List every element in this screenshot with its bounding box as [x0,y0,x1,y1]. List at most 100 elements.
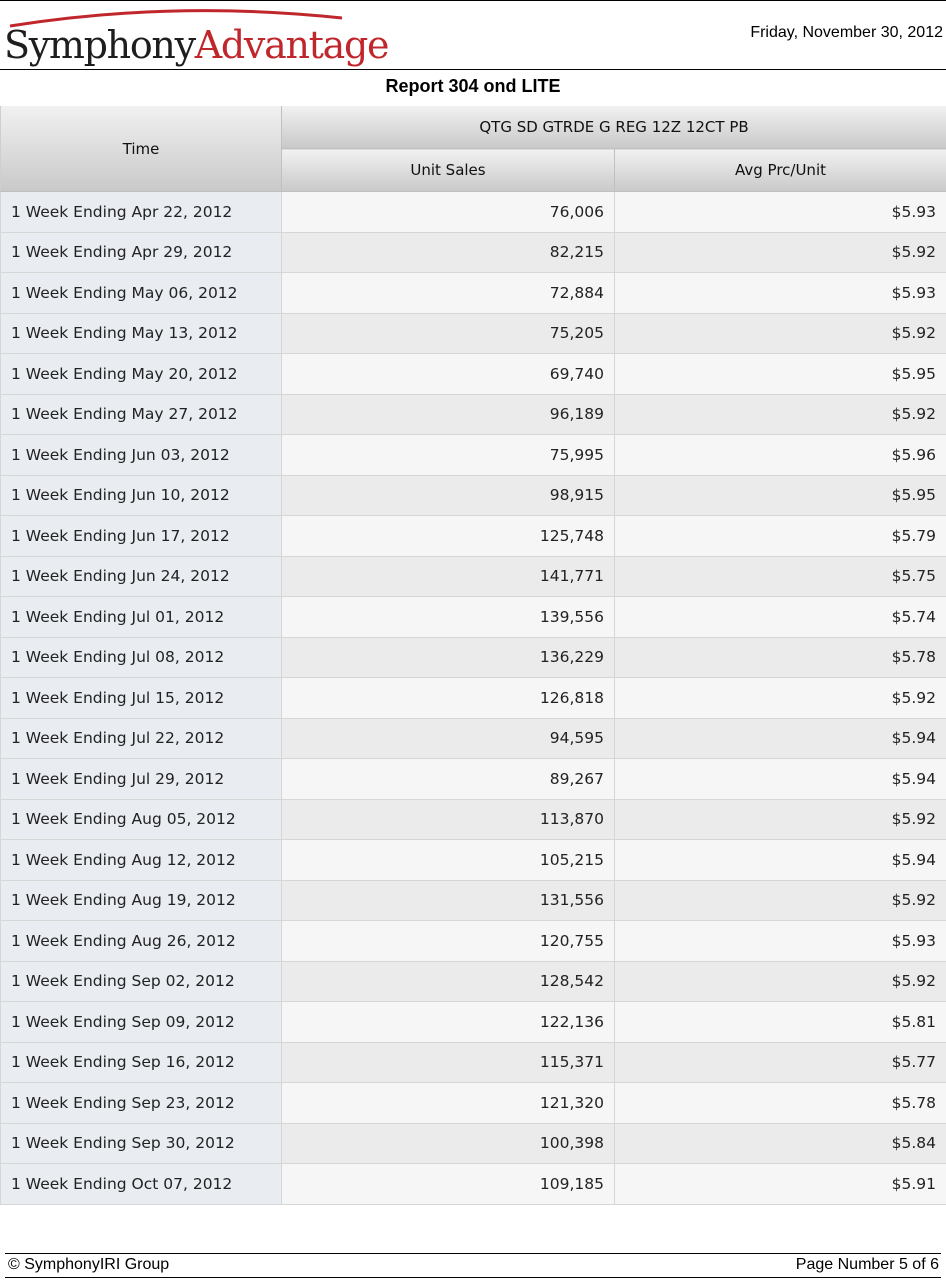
unit-sales-cell: 141,771 [281,556,615,597]
table-row: 1 Week Ending Jun 10, 2012 98,915 $5.95 [0,475,946,516]
table-row: 1 Week Ending Apr 22, 2012 76,006 $5.93 [0,191,946,233]
report-date: Friday, November 30, 2012 [750,24,943,41]
logo-word-advantage: Advantage [194,23,390,67]
avg-price-cell: $5.75 [614,556,946,597]
unit-sales-cell: 125,748 [281,515,615,557]
table-row: 1 Week Ending Aug 12, 2012 105,215 $5.94 [0,839,946,881]
time-cell: 1 Week Ending May 27, 2012 [0,394,282,435]
table-row: 1 Week Ending Aug 26, 2012 120,755 $5.93 [0,920,946,962]
unit-sales-cell: 72,884 [281,272,615,314]
table-row: 1 Week Ending Jul 22, 2012 94,595 $5.94 [0,718,946,759]
time-cell: 1 Week Ending Aug 19, 2012 [0,880,282,921]
time-cell: 1 Week Ending Sep 16, 2012 [0,1042,282,1083]
avg-price-cell: $5.95 [614,353,946,395]
avg-price-cell: $5.92 [614,313,946,354]
unit-sales-cell: 69,740 [281,353,615,395]
avg-price-cell: $5.92 [614,232,946,273]
unit-sales-cell: 94,595 [281,718,615,759]
table-row: 1 Week Ending Jul 08, 2012 136,229 $5.78 [0,637,946,678]
avg-price-cell: $5.92 [614,880,946,921]
avg-price-cell: $5.79 [614,515,946,557]
time-cell: 1 Week Ending Sep 30, 2012 [0,1123,282,1164]
avg-price-cell: $5.91 [614,1163,946,1205]
table-row: 1 Week Ending Jun 24, 2012 141,771 $5.75 [0,556,946,597]
report-title: Report 304 ond LITE [385,76,561,96]
table-row: 1 Week Ending May 20, 2012 69,740 $5.95 [0,353,946,395]
page-number: Page Number 5 of 6 [795,1256,939,1273]
table-row: 1 Week Ending Jul 15, 2012 126,818 $5.92 [0,677,946,719]
time-cell: 1 Week Ending Aug 12, 2012 [0,839,282,881]
unit-sales-cell: 105,215 [281,839,615,881]
time-cell: 1 Week Ending Aug 05, 2012 [0,799,282,840]
time-cell: 1 Week Ending Jun 24, 2012 [0,556,282,597]
time-cell: 1 Week Ending Sep 09, 2012 [0,1001,282,1043]
avg-price-column-header: Avg Prc/Unit [614,148,946,192]
unit-sales-cell: 126,818 [281,677,615,719]
table-row: 1 Week Ending Sep 09, 2012 122,136 $5.81 [0,1001,946,1043]
table-row: 1 Week Ending Jun 03, 2012 75,995 $5.96 [0,434,946,476]
time-cell: 1 Week Ending Jul 08, 2012 [0,637,282,678]
avg-price-cell: $5.78 [614,637,946,678]
unit-sales-cell: 128,542 [281,961,615,1002]
unit-sales-cell: 96,189 [281,394,615,435]
table-row: 1 Week Ending Apr 29, 2012 82,215 $5.92 [0,232,946,273]
avg-price-cell: $5.81 [614,1001,946,1043]
time-cell: 1 Week Ending May 13, 2012 [0,313,282,354]
table-row: 1 Week Ending Aug 19, 2012 131,556 $5.92 [0,880,946,921]
unit-sales-cell: 115,371 [281,1042,615,1083]
time-cell: 1 Week Ending Oct 07, 2012 [0,1163,282,1205]
avg-price-cell: $5.94 [614,718,946,759]
unit-sales-cell: 82,215 [281,232,615,273]
avg-price-cell: $5.94 [614,839,946,881]
unit-sales-cell: 139,556 [281,596,615,638]
avg-price-cell: $5.74 [614,596,946,638]
time-cell: 1 Week Ending Jul 15, 2012 [0,677,282,719]
unit-sales-cell: 98,915 [281,475,615,516]
unit-sales-cell: 113,870 [281,799,615,840]
sales-table: Time QTG SD GTRDE G REG 12Z 12CT PB Unit… [0,106,946,1205]
unit-sales-cell: 76,006 [281,191,615,233]
avg-price-cell: $5.94 [614,758,946,800]
table-row: 1 Week Ending Sep 02, 2012 128,542 $5.92 [0,961,946,1002]
avg-price-cell: $5.96 [614,434,946,476]
table-row: 1 Week Ending Sep 30, 2012 100,398 $5.84 [0,1123,946,1164]
symphony-advantage-logo: SymphonyAdvantage [4,4,389,68]
unit-sales-cell: 122,136 [281,1001,615,1043]
table-body: 1 Week Ending Apr 22, 2012 76,006 $5.93 1 W… [0,191,946,1205]
unit-sales-cell: 75,995 [281,434,615,476]
avg-price-cell: $5.77 [614,1042,946,1083]
time-cell: 1 Week Ending Jul 01, 2012 [0,596,282,638]
table-row: 1 Week Ending Aug 05, 2012 113,870 $5.92 [0,799,946,840]
table-row: 1 Week Ending Jun 17, 2012 125,748 $5.79 [0,515,946,557]
avg-price-cell: $5.78 [614,1082,946,1124]
logo-word-symphony: Symphony [4,23,196,67]
avg-price-cell: $5.92 [614,799,946,840]
footer-divider [5,1253,941,1254]
time-cell: 1 Week Ending Apr 22, 2012 [0,191,282,233]
table-row: 1 Week Ending Jul 29, 2012 89,267 $5.94 [0,758,946,800]
footer-bottom-divider [5,1277,941,1278]
time-cell: 1 Week Ending Jun 03, 2012 [0,434,282,476]
unit-sales-cell: 109,185 [281,1163,615,1205]
time-cell: 1 Week Ending May 06, 2012 [0,272,282,314]
time-cell: 1 Week Ending Jun 17, 2012 [0,515,282,557]
product-header: QTG SD GTRDE G REG 12Z 12CT PB [281,106,946,149]
unit-sales-cell: 121,320 [281,1082,615,1124]
logo-wordmark: SymphonyAdvantage [4,22,390,68]
table-row: 1 Week Ending Sep 23, 2012 121,320 $5.78 [0,1082,946,1124]
time-cell: 1 Week Ending Aug 26, 2012 [0,920,282,962]
avg-price-cell: $5.84 [614,1123,946,1164]
table-row: 1 Week Ending May 13, 2012 75,205 $5.92 [0,313,946,354]
avg-price-cell: $5.93 [614,272,946,314]
time-cell: 1 Week Ending Sep 02, 2012 [0,961,282,1002]
time-cell: 1 Week Ending Sep 23, 2012 [0,1082,282,1124]
copyright-text: © SymphonyIRI Group [8,1256,170,1273]
unit-sales-cell: 131,556 [281,880,615,921]
time-cell: 1 Week Ending Jun 10, 2012 [0,475,282,516]
header-divider [0,69,946,70]
avg-price-cell: $5.93 [614,191,946,233]
avg-price-cell: $5.92 [614,677,946,719]
time-cell: 1 Week Ending Apr 29, 2012 [0,232,282,273]
table-row: 1 Week Ending Oct 07, 2012 109,185 $5.91 [0,1163,946,1205]
table-row: 1 Week Ending Jul 01, 2012 139,556 $5.74 [0,596,946,638]
